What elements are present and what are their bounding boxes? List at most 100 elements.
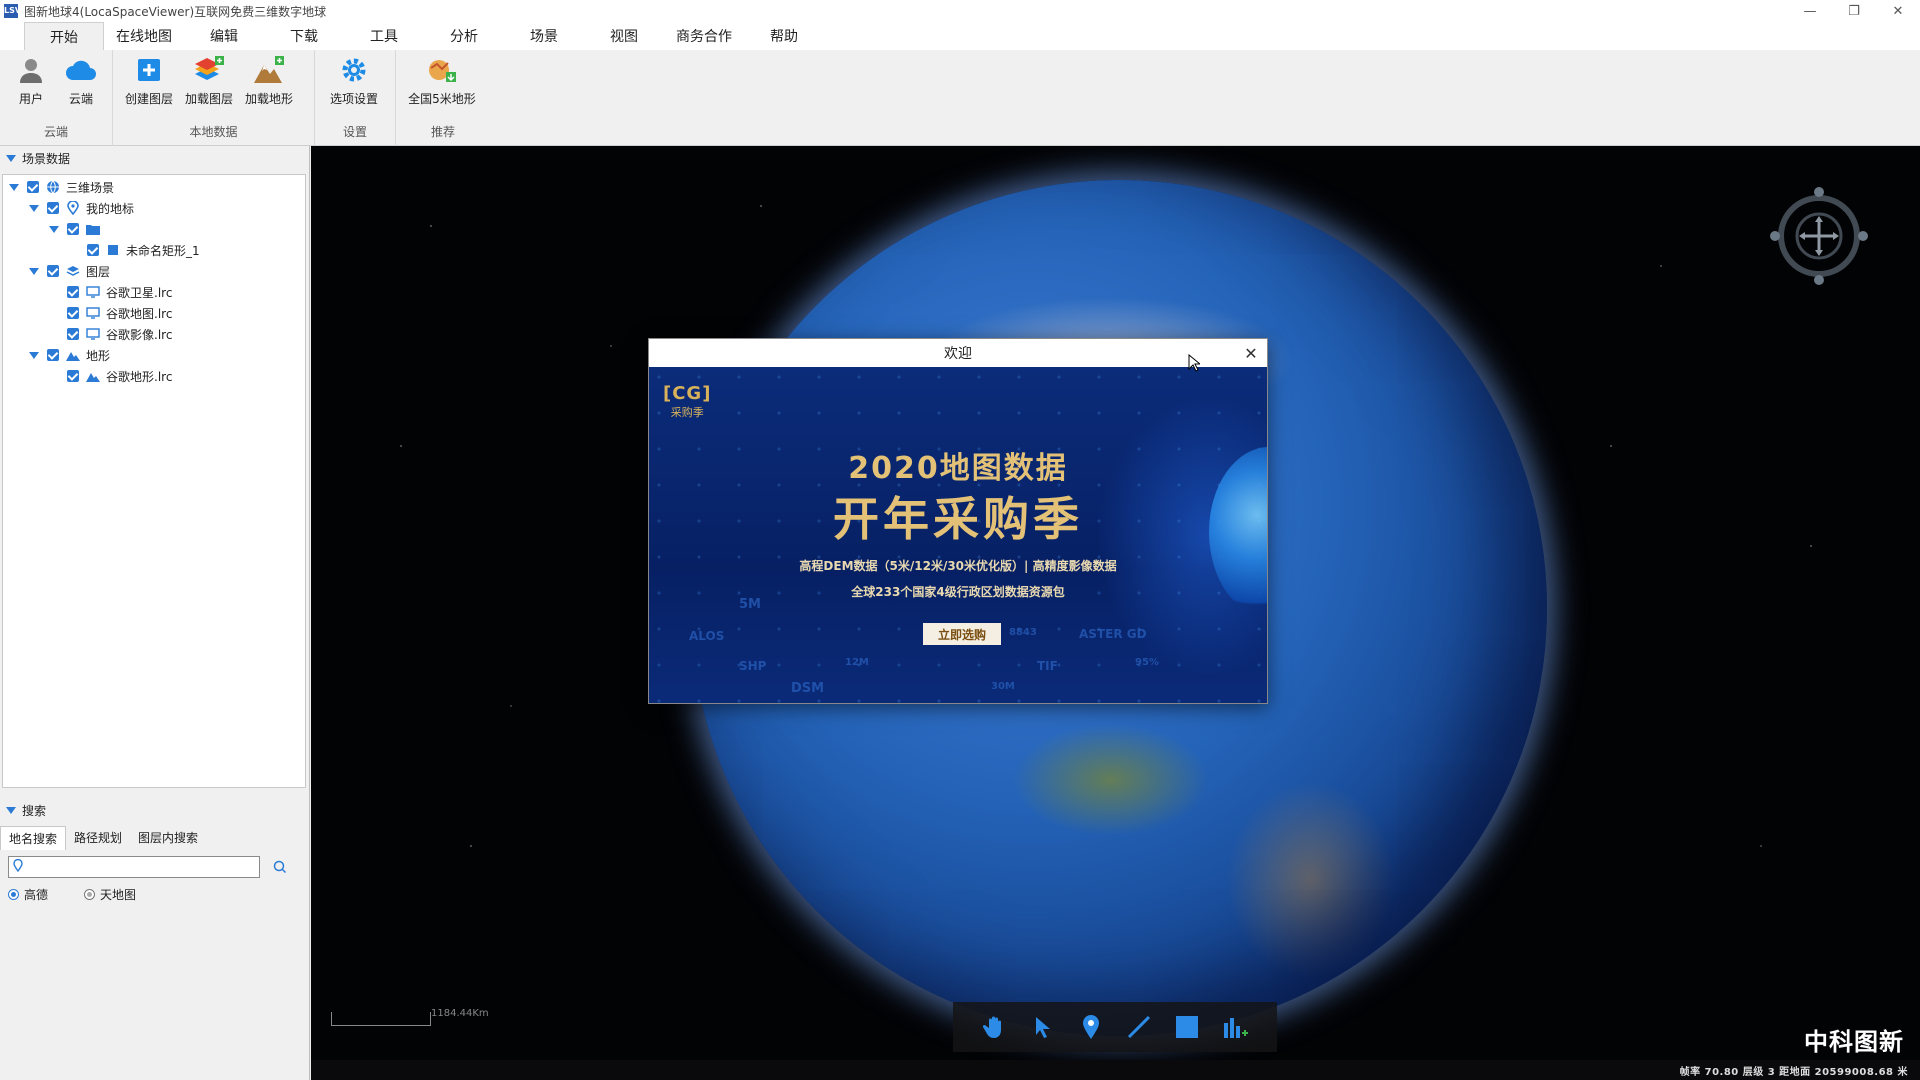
terrain-icon: [66, 348, 80, 362]
search-input-box: [8, 856, 260, 878]
expand-icon[interactable]: [9, 183, 19, 191]
tab-tools[interactable]: 工具: [344, 22, 424, 50]
user-button[interactable]: 用户: [6, 54, 56, 110]
promo-subline-1: 高程DEM数据（5米/12米/30米优化版）| 高精度影像数据: [799, 559, 1117, 573]
tab-place-search[interactable]: 地名搜索: [0, 826, 67, 850]
pan-hand-icon[interactable]: [981, 1013, 1009, 1041]
expand-icon[interactable]: [29, 204, 39, 212]
welcome-dialog: 欢迎 ✕ [CG] 采购季 5M ALOS SHP DSM 12M 30M TI…: [648, 338, 1268, 704]
tab-start[interactable]: 开始: [24, 22, 104, 50]
status-text: 帧率 70.80 层级 3 距地面 20599008.68 米: [1679, 1067, 1908, 1078]
create-layer-button[interactable]: 创建图层: [119, 54, 179, 110]
scene-data-header[interactable]: 场景数据: [0, 146, 309, 170]
tab-view[interactable]: 视图: [584, 22, 664, 50]
terrain-5m-icon: [426, 54, 458, 86]
search-input[interactable]: [27, 860, 247, 874]
navigation-compass[interactable]: [1769, 186, 1869, 286]
polygon-tool-icon[interactable]: [1173, 1013, 1201, 1041]
promo-banner[interactable]: [CG] 采购季 5M ALOS SHP DSM 12M 30M TIF AST…: [649, 367, 1267, 703]
expand-icon[interactable]: [29, 351, 39, 359]
select-arrow-icon[interactable]: [1029, 1013, 1057, 1041]
dialog-close-button[interactable]: ✕: [1241, 343, 1261, 363]
monitor-icon: [86, 285, 100, 299]
search-icon[interactable]: [272, 859, 288, 875]
tree-checkbox[interactable]: [67, 223, 79, 235]
tab-download[interactable]: 下载: [264, 22, 344, 50]
minimize-button[interactable]: —: [1788, 0, 1832, 22]
tab-route-planning[interactable]: 路径规划: [66, 826, 130, 850]
radio-gaode[interactable]: [8, 889, 19, 900]
gear-icon: [338, 54, 370, 86]
line-tool-icon[interactable]: [1125, 1013, 1153, 1041]
tab-edit[interactable]: 编辑: [184, 22, 264, 50]
chart-tool-icon[interactable]: [1221, 1013, 1249, 1041]
tree-node-folder[interactable]: [49, 219, 106, 239]
window-title: 图新地球4(LocaSpaceViewer)互联网免费三维数字地球: [24, 4, 327, 19]
tree-node-layer-map[interactable]: 谷歌地图.lrc: [67, 303, 172, 323]
load-layer-button[interactable]: 加载图层: [179, 54, 239, 110]
promo-logo: [CG] 采购季: [663, 383, 712, 419]
cloud-button[interactable]: 云端: [56, 54, 106, 110]
tree-node-3d-scene[interactable]: 三维场景: [9, 177, 114, 197]
expand-icon[interactable]: [29, 267, 39, 275]
tab-scene[interactable]: 场景: [504, 22, 584, 50]
radio-tianditu[interactable]: [84, 889, 96, 900]
search-tabs: 地名搜索 路径规划 图层内搜索: [0, 826, 310, 850]
cloud-icon: [65, 54, 97, 86]
tree-checkbox[interactable]: [87, 244, 99, 256]
promo-headline-main: 开年采购季: [833, 492, 1083, 546]
tab-help[interactable]: 帮助: [744, 22, 824, 50]
mouse-cursor-icon: [1188, 353, 1202, 372]
tree-checkbox[interactable]: [47, 265, 59, 277]
tree-checkbox[interactable]: [67, 370, 79, 382]
user-icon: [15, 54, 47, 86]
placemark-tool-icon[interactable]: [1077, 1013, 1105, 1041]
scale-text: 1184.44Km: [431, 1008, 489, 1019]
collapse-triangle-icon: [6, 806, 16, 814]
tree-node-layers[interactable]: 图层: [29, 261, 110, 281]
tree-checkbox[interactable]: [67, 286, 79, 298]
tree-node-layer-satellite[interactable]: 谷歌卫星.lrc: [67, 282, 172, 302]
scene-tree: 三维场景 我的地标 未命名矩形_1 图层 谷歌卫星.lrc 谷歌地图.lrc 谷…: [2, 174, 306, 788]
dialog-title-bar: 欢迎 ✕: [649, 339, 1267, 367]
load-terrain-icon: [253, 54, 285, 86]
rectangle-icon: [106, 243, 120, 257]
monitor-icon: [86, 306, 100, 320]
collapse-triangle-icon: [6, 154, 16, 162]
dialog-title: 欢迎: [944, 346, 972, 362]
tree-checkbox[interactable]: [67, 328, 79, 340]
close-window-button[interactable]: ✕: [1876, 0, 1920, 22]
create-layer-icon: [133, 54, 165, 86]
tree-checkbox[interactable]: [47, 202, 59, 214]
globe-icon: [46, 180, 60, 194]
tree-checkbox[interactable]: [27, 181, 39, 193]
load-terrain-button[interactable]: 加载地形: [239, 54, 299, 110]
tab-analysis[interactable]: 分析: [424, 22, 504, 50]
tree-node-rect[interactable]: 未命名矩形_1: [87, 240, 200, 260]
ribbon-group-cloud: 用户 云端 云端: [0, 50, 113, 146]
terrain-5m-button[interactable]: 全国5米地形: [402, 54, 482, 110]
tree-checkbox[interactable]: [47, 349, 59, 361]
ribbon-group-label: 本地数据: [189, 125, 238, 139]
tab-layer-search[interactable]: 图层内搜索: [130, 826, 206, 850]
ribbon-group-label: 推荐: [430, 125, 455, 139]
tree-node-layer-imagery[interactable]: 谷歌影像.lrc: [67, 324, 172, 344]
ribbon-group-local-data: 创建图层 加载图层 加载地形 本地数据: [113, 50, 315, 146]
tree-node-my-places[interactable]: 我的地标: [29, 198, 134, 218]
restore-button[interactable]: ❐: [1832, 0, 1876, 22]
left-panel: 场景数据 三维场景 我的地标 未命名矩形_1 图层 谷歌卫星.lrc 谷歌地图.…: [0, 146, 310, 1080]
tab-online-map[interactable]: 在线地图: [104, 22, 184, 50]
tree-checkbox[interactable]: [67, 307, 79, 319]
terrain-icon: [86, 369, 100, 383]
folder-icon: [86, 222, 100, 236]
tree-node-terrain-google[interactable]: 谷歌地形.lrc: [67, 366, 172, 386]
expand-icon[interactable]: [49, 225, 59, 233]
ribbon: 用户 云端 云端 创建图层 加载图层 加载地形 本地数据 选项设置 设置 全国5…: [0, 50, 1920, 146]
tree-node-terrain[interactable]: 地形: [29, 345, 110, 365]
map-toolbox: [953, 1002, 1277, 1052]
scale-bar: [331, 1012, 431, 1026]
search-header[interactable]: 搜索: [0, 798, 310, 822]
buy-now-button[interactable]: 立即选购: [923, 623, 1001, 645]
options-button[interactable]: 选项设置: [321, 54, 387, 110]
tab-business[interactable]: 商务合作: [664, 22, 744, 50]
